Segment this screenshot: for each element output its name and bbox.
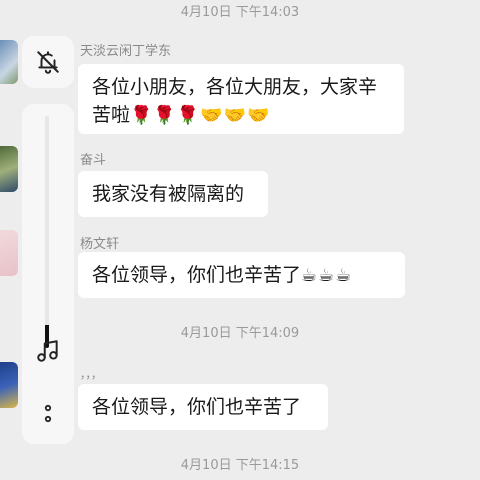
avatar[interactable]: [0, 146, 18, 192]
avatar[interactable]: [0, 362, 18, 408]
avatar[interactable]: [0, 230, 18, 276]
sender-name: 天淡云闲丁学东: [80, 44, 172, 59]
volume-panel: [22, 104, 74, 444]
message-bubble[interactable]: 各位小朋友，各位大朋友，大家辛 苦啦🌹🌹🌹🤝🤝🤝: [78, 64, 404, 134]
volume-slider[interactable]: [45, 116, 49, 348]
bell-slash-icon: [37, 51, 59, 74]
mute-toggle-button[interactable]: [22, 36, 74, 88]
music-note-icon[interactable]: [35, 338, 61, 364]
more-vertical-icon[interactable]: [43, 404, 53, 426]
sender-name: 奋斗: [80, 153, 107, 168]
message-text: 我家没有被隔离的: [92, 183, 245, 205]
message-text: 各位小朋友，各位大朋友，大家辛: [92, 76, 378, 98]
message-bubble[interactable]: 我家没有被隔离的: [78, 171, 268, 217]
avatar[interactable]: [0, 40, 18, 84]
sender-name: 杨文轩: [80, 237, 120, 252]
message-bubble[interactable]: 各位领导，你们也辛苦了: [78, 384, 328, 430]
message-text: 各位领导，你们也辛苦了: [92, 264, 302, 286]
message-text: 苦啦: [92, 104, 131, 126]
timestamp: 4月10日 下午14:03: [180, 5, 300, 20]
emoji-sequence: ☕☕☕: [301, 265, 353, 286]
message-bubble[interactable]: 各位领导，你们也辛苦了☕☕☕: [78, 252, 405, 298]
emoji-sequence: 🌹🌹🌹🤝🤝🤝: [130, 105, 271, 126]
timestamp: 4月10日 下午14:15: [180, 458, 300, 473]
sender-name: ，，，: [80, 368, 102, 381]
message-text: 各位领导，你们也辛苦了: [92, 396, 302, 418]
